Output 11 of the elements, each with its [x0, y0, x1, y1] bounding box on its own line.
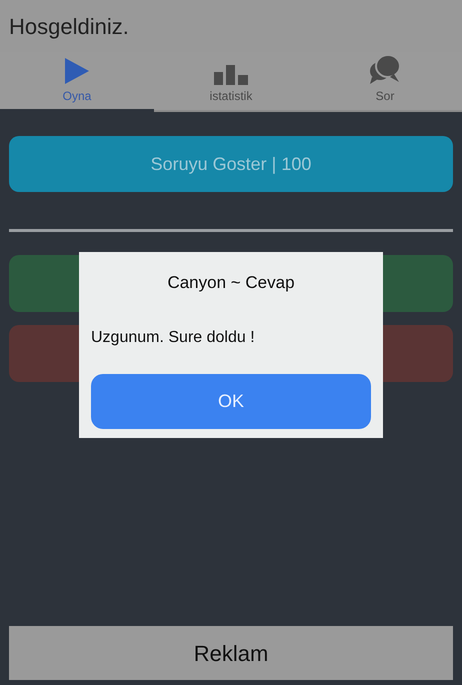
play-icon	[63, 57, 91, 85]
bar-chart-icon	[214, 63, 248, 85]
show-question-button[interactable]: Soruyu Goster | 100	[9, 136, 453, 192]
ad-banner[interactable]: Reklam	[9, 626, 453, 680]
dialog-title: Canyon ~ Cevap	[166, 272, 296, 294]
tab[interactable]: istatistik	[154, 52, 308, 112]
tab[interactable]: Oyna	[0, 52, 154, 112]
dialog-message: Uzgunum. Sure doldu !	[90, 328, 256, 348]
ok-button[interactable]: OK	[91, 374, 371, 428]
tab[interactable]: Sor	[308, 52, 462, 112]
header-title: Hosgeldiniz.	[0, 0, 462, 52]
